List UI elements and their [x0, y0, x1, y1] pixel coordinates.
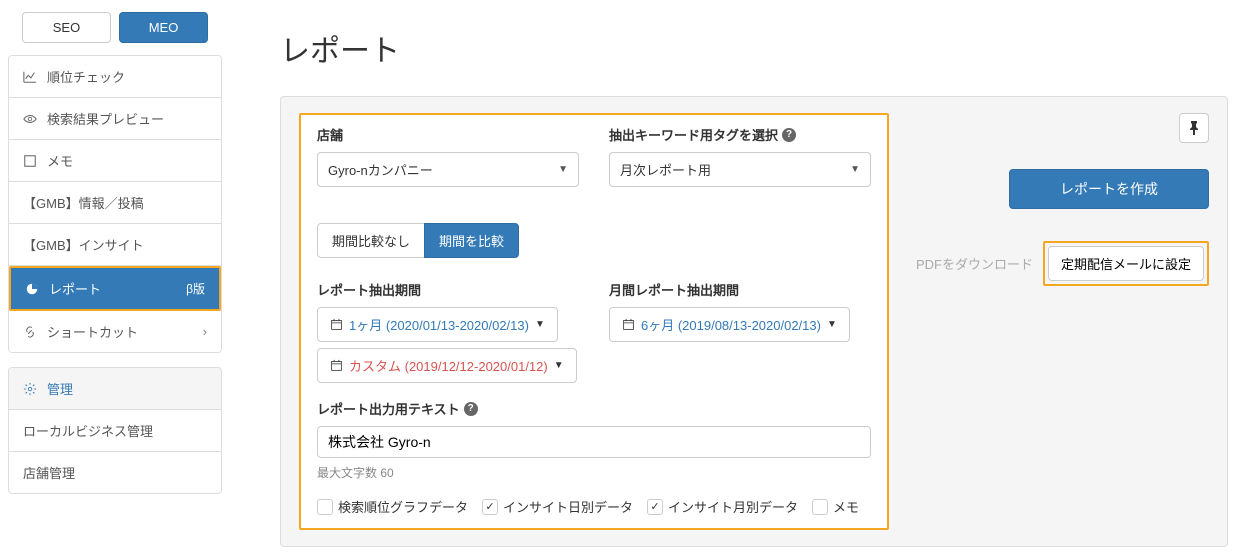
nav-report[interactable]: レポート β版 — [11, 268, 219, 309]
custom-period-select[interactable]: カスタム (2019/12/12-2020/01/12) ▼ — [317, 348, 577, 383]
pdf-download-link[interactable]: PDFをダウンロード — [916, 254, 1033, 273]
schedule-mail-button[interactable]: 定期配信メールに設定 — [1048, 246, 1204, 281]
nav-label: レポート — [49, 279, 101, 298]
cb-memo[interactable]: メモ — [812, 497, 859, 516]
main-content: レポート 店舗 Gyro-nカンパニー ▼ — [230, 0, 1236, 555]
caret-down-icon: ▼ — [535, 319, 545, 330]
caret-down-icon: ▼ — [827, 319, 837, 330]
nav-memo[interactable]: メモ — [9, 140, 221, 182]
chevron-right-icon: › — [203, 324, 207, 339]
tag-select[interactable]: 月次レポート用 ▼ — [609, 152, 871, 187]
text-label: レポート出力用テキスト ? — [317, 399, 871, 418]
nav-label: 【GMB】情報／投稿 — [23, 193, 144, 212]
nav-gmb-insight[interactable]: 【GMB】インサイト — [9, 224, 221, 266]
actions-area: レポートを作成 PDFをダウンロード 定期配信メールに設定 — [909, 113, 1209, 530]
select-value: Gyro-nカンパニー — [328, 160, 433, 179]
monthly-label: 月間レポート抽出期間 — [609, 280, 871, 299]
caret-down-icon: ▼ — [554, 360, 564, 371]
period-select[interactable]: 1ヶ月 (2020/01/13-2020/02/13) ▼ — [317, 307, 558, 342]
nav-rank-check[interactable]: 順位チェック — [9, 56, 221, 98]
nav-main: 順位チェック 検索結果プレビュー メモ 【GMB】情報／投稿 【GMB】インサイ… — [8, 55, 222, 353]
calendar-icon — [330, 318, 343, 331]
sidebar: SEO MEO 順位チェック 検索結果プレビュー メモ 【GMB】情報／投稿 【… — [0, 0, 230, 555]
nav-shortcut[interactable]: ショートカット › — [9, 311, 221, 352]
nav-search-preview[interactable]: 検索結果プレビュー — [9, 98, 221, 140]
calendar-icon — [622, 318, 635, 331]
char-hint: 最大文字数 60 — [317, 464, 871, 481]
chart-line-icon — [23, 70, 41, 84]
help-icon[interactable]: ? — [782, 128, 796, 142]
mode-tabs: SEO MEO — [8, 8, 222, 55]
nav-label: 検索結果プレビュー — [47, 109, 164, 128]
nav-label: メモ — [47, 151, 73, 170]
output-text-input[interactable] — [317, 426, 871, 458]
cb-insight-daily[interactable]: インサイト日別データ — [482, 497, 633, 516]
nav-local-business[interactable]: ローカルビジネス管理 — [9, 410, 221, 452]
checkbox-row: 検索順位グラフデータ インサイト日別データ インサイト月別データ メモ — [317, 497, 871, 516]
tab-seo[interactable]: SEO — [22, 12, 111, 43]
tab-meo[interactable]: MEO — [119, 12, 208, 43]
store-select[interactable]: Gyro-nカンパニー ▼ — [317, 152, 579, 187]
select-value: 月次レポート用 — [620, 160, 711, 179]
nav-admin-header[interactable]: 管理 — [9, 368, 221, 410]
pin-icon — [1188, 121, 1200, 135]
highlight-report-nav: レポート β版 — [9, 266, 221, 311]
caret-down-icon: ▼ — [558, 164, 568, 175]
highlight-schedule: 定期配信メールに設定 — [1043, 241, 1209, 286]
tag-label: 抽出キーワード用タグを選択 ? — [609, 125, 871, 144]
store-label: 店舗 — [317, 125, 579, 144]
cb-rank-graph[interactable]: 検索順位グラフデータ — [317, 497, 468, 516]
checkbox-icon — [812, 499, 828, 515]
compare-toggle: 期間比較なし 期間を比較 — [317, 223, 871, 258]
caret-down-icon: ▼ — [850, 164, 860, 175]
pie-chart-icon — [25, 282, 43, 296]
link-icon — [23, 325, 41, 339]
nav-label: 管理 — [47, 379, 73, 398]
create-report-button[interactable]: レポートを作成 — [1009, 169, 1209, 209]
calendar-icon — [330, 359, 343, 372]
report-panel: 店舗 Gyro-nカンパニー ▼ 抽出キーワード用タグを選択 ? — [280, 96, 1228, 547]
checkbox-checked-icon — [647, 499, 663, 515]
note-icon — [23, 154, 41, 168]
nav-label: ローカルビジネス管理 — [23, 421, 153, 440]
beta-badge: β版 — [186, 280, 205, 297]
checkbox-icon — [317, 499, 333, 515]
monthly-value: 6ヶ月 (2019/08/13-2020/02/13) — [641, 315, 821, 334]
pin-button[interactable] — [1179, 113, 1209, 143]
nav-admin: 管理 ローカルビジネス管理 店舗管理 — [8, 367, 222, 494]
monthly-select[interactable]: 6ヶ月 (2019/08/13-2020/02/13) ▼ — [609, 307, 850, 342]
period-value: 1ヶ月 (2020/01/13-2020/02/13) — [349, 315, 529, 334]
nav-label: ショートカット — [47, 322, 138, 341]
checkbox-checked-icon — [482, 499, 498, 515]
form-highlight: 店舗 Gyro-nカンパニー ▼ 抽出キーワード用タグを選択 ? — [299, 113, 889, 530]
nav-gmb-post[interactable]: 【GMB】情報／投稿 — [9, 182, 221, 224]
nav-store-admin[interactable]: 店舗管理 — [9, 452, 221, 493]
cb-insight-monthly[interactable]: インサイト月別データ — [647, 497, 798, 516]
page-title: レポート — [280, 26, 1228, 70]
gear-icon — [23, 382, 41, 396]
compare-on-button[interactable]: 期間を比較 — [424, 223, 519, 258]
help-icon[interactable]: ? — [464, 402, 478, 416]
nav-label: 【GMB】インサイト — [23, 235, 144, 254]
custom-value: カスタム (2019/12/12-2020/01/12) — [349, 356, 548, 375]
nav-label: 店舗管理 — [23, 463, 75, 482]
period-label: レポート抽出期間 — [317, 280, 579, 299]
compare-off-button[interactable]: 期間比較なし — [317, 223, 425, 258]
nav-label: 順位チェック — [47, 67, 125, 86]
eye-icon — [23, 112, 41, 126]
